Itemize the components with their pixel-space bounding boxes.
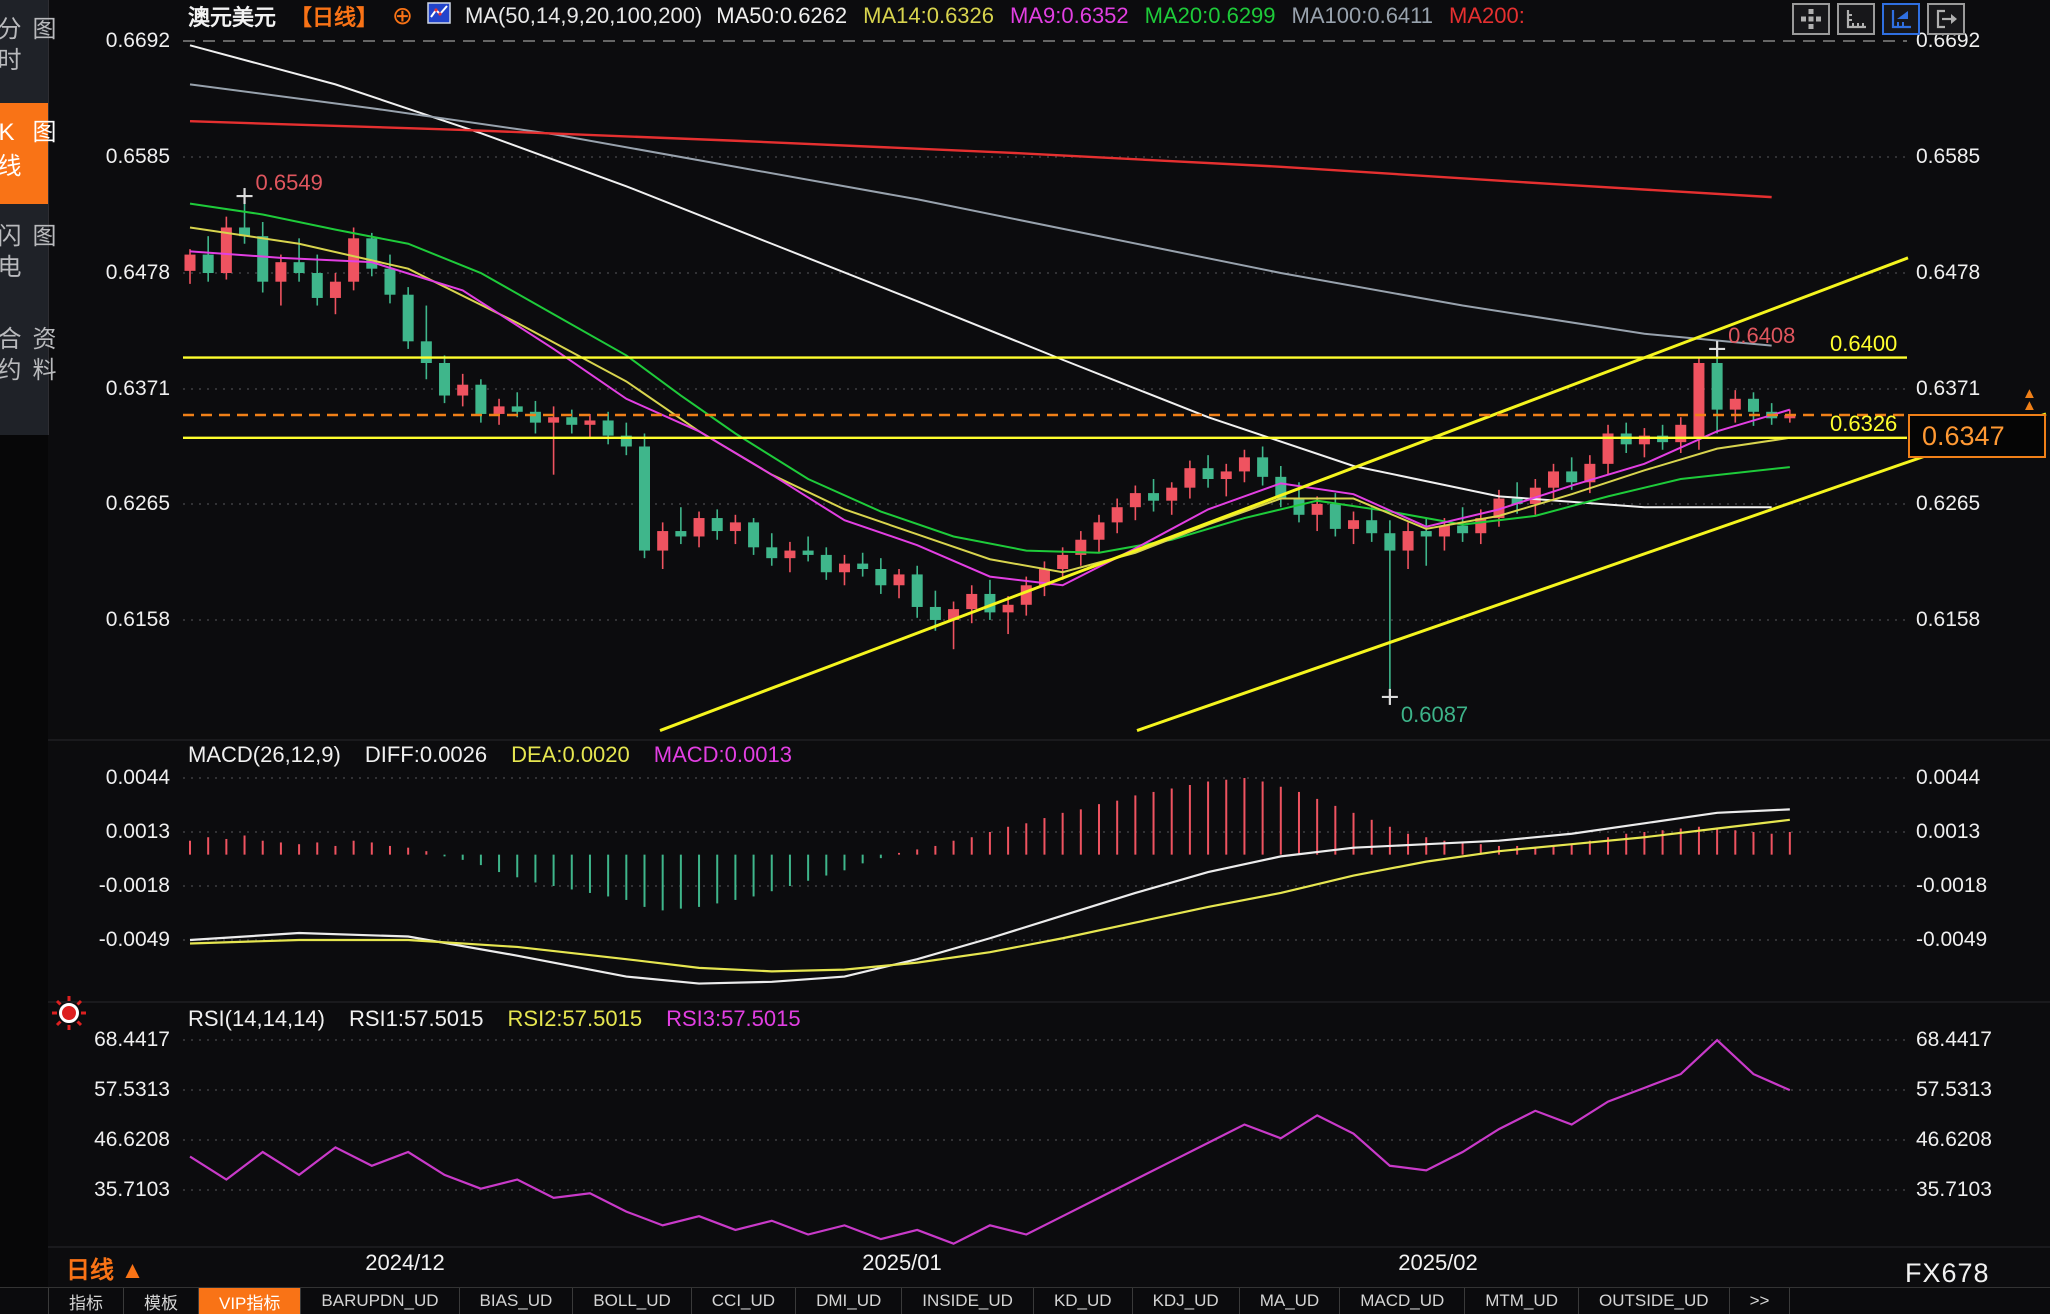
current-price-box: 0.6347	[1908, 414, 2046, 458]
exit-right-icon[interactable]	[1927, 3, 1965, 35]
y-axis-label: 0.6478	[56, 261, 170, 285]
price-level-label: 0.6326	[1830, 411, 1897, 437]
legend-item: DEA:0.0020	[511, 742, 630, 768]
y-axis-label: 0.6371	[56, 377, 170, 401]
bottom-tab-cci_ud[interactable]: CCI_UD	[692, 1288, 796, 1314]
chart-canvas[interactable]	[0, 0, 2050, 1314]
legend-item: MACD:0.0013	[654, 742, 792, 768]
bottom-tab-inside_ud[interactable]: INSIDE_UD	[902, 1288, 1034, 1314]
y-axis-label: -0.0018	[1916, 874, 2046, 898]
y-axis-label: 0.6265	[1916, 492, 2046, 516]
bottom-tab-barupdn_ud[interactable]: BARUPDN_UD	[301, 1288, 459, 1314]
legend-item: MA14:0.6326	[863, 3, 994, 28]
bottom-tab-outside_ud[interactable]: OUTSIDE_UD	[1579, 1288, 1730, 1314]
tab-bar-spacer	[0, 1288, 49, 1314]
rsi-title: RSI(14,14,14)	[188, 1006, 325, 1032]
period-selector[interactable]: 日线 ▲	[66, 1250, 144, 1285]
price-annotation: 0.6549	[256, 170, 323, 196]
bottom-tab-kd_ud[interactable]: KD_UD	[1034, 1288, 1133, 1314]
legend-item: RSI2:57.5015	[508, 1006, 643, 1032]
ma-settings: MA(50,14,9,20,100,200)	[465, 3, 702, 29]
bottom-tab-[interactable]: 模板	[124, 1288, 199, 1314]
y-axis-label: 0.6478	[1916, 261, 2046, 285]
bottom-tab-boll_ud[interactable]: BOLL_UD	[573, 1288, 691, 1314]
bottom-tab-dmi_ud[interactable]: DMI_UD	[796, 1288, 902, 1314]
sidebar-lower-spacer	[0, 435, 48, 1314]
bottom-tab-[interactable]: 指标	[49, 1288, 124, 1314]
y-axis-label: 0.6585	[56, 145, 170, 169]
bottom-tab-kdj_ud[interactable]: KDJ_UD	[1133, 1288, 1240, 1314]
macd-legend: MACD(26,12,9) DIFF:0.0026 DEA:0.0020 MACD:…	[188, 742, 792, 768]
ma-legend: MA50:0.6262 MA14:0.6326 MA9:0.6352 MA20:0.6…	[716, 3, 1541, 29]
sidebar-item-kline-chart[interactable]: K线图	[0, 103, 48, 205]
chart-toolbar	[1792, 3, 1965, 35]
bottom-tab-vip[interactable]: VIP指标	[199, 1288, 301, 1314]
y-axis-label: 46.6208	[1916, 1128, 2046, 1152]
y-axis-label: -0.0049	[1916, 928, 2046, 952]
sidebar-item-contract-info[interactable]: 合约资料	[0, 310, 48, 432]
bottom-tab-mtm_ud[interactable]: MTM_UD	[1465, 1288, 1579, 1314]
sidebar-item-time-chart[interactable]: 分时图	[0, 0, 48, 100]
price-annotation: 0.6087	[1401, 702, 1468, 728]
y-axis-label: 0.0044	[1916, 766, 2046, 790]
y-axis-label: 0.6692	[56, 29, 170, 53]
bottom-tab-ma_ud[interactable]: MA_UD	[1240, 1288, 1341, 1314]
y-axis-label: 0.6265	[56, 492, 170, 516]
rsi-legend: RSI(14,14,14) RSI1:57.5015 RSI2:57.5015 RS…	[188, 1006, 801, 1032]
y-axis-label: 68.4417	[1916, 1028, 2046, 1052]
symbol-title: 澳元美元	[188, 0, 276, 32]
y-axis-label: -0.0018	[56, 874, 170, 898]
legend-item: MA200:	[1449, 3, 1525, 28]
macd-title: MACD(26,12,9)	[188, 742, 341, 768]
legend-item: RSI1:57.5015	[349, 1006, 484, 1032]
sidebar-item-flash-chart[interactable]: 闪电图	[0, 207, 48, 307]
y-axis-label: 0.0044	[56, 766, 170, 790]
price-up-arrows: ▲▲	[2022, 388, 2037, 412]
sidebar: 分时图K线图闪电图合约资料	[0, 0, 49, 435]
y-axis-label: 0.6158	[56, 608, 170, 632]
price-annotation: 0.6408	[1728, 323, 1795, 349]
legend-item: DIFF:0.0026	[365, 742, 487, 768]
session-marker-icon	[48, 992, 90, 1039]
chart-header: 澳元美元 【日线】 ⊕ MA(50,14,9,20,100,200) MA50:…	[188, 2, 1541, 30]
y-axis-label: 0.0013	[1916, 820, 2046, 844]
x-axis-label: 2025/02	[1368, 1250, 1508, 1276]
chart-type-icon[interactable]	[427, 1, 451, 31]
y-axis-label: 35.7103	[1916, 1178, 2046, 1202]
legend-item: RSI3:57.5015	[666, 1006, 801, 1032]
legend-item: MA50:0.6262	[716, 3, 847, 28]
x-axis-label: 2025/01	[832, 1250, 972, 1276]
legend-item: MA20:0.6299	[1145, 3, 1276, 28]
bottom-tab-bias_ud[interactable]: BIAS_UD	[460, 1288, 574, 1314]
y-axis-label: -0.0049	[56, 928, 170, 952]
current-price-value: 0.6347	[1922, 421, 2005, 452]
price-level-label: 0.6400	[1830, 331, 1897, 357]
bottom-tab-macd_ud[interactable]: MACD_UD	[1340, 1288, 1465, 1314]
period-tag: 【日线】	[290, 0, 378, 32]
legend-item: MA100:0.6411	[1292, 3, 1433, 28]
x-axis-label: 2024/12	[335, 1250, 475, 1276]
move-grid-icon[interactable]	[1792, 3, 1830, 35]
bottom-tab-[interactable]: >>	[1730, 1288, 1791, 1314]
bottom-tab-bar: 指标模板VIP指标BARUPDN_UDBIAS_UDBOLL_UDCCI_UDD…	[0, 1287, 2050, 1314]
y-axis-label: 0.6158	[1916, 608, 2046, 632]
legend-item: MA9:0.6352	[1010, 3, 1129, 28]
add-circle-icon[interactable]: ⊕	[392, 5, 413, 27]
y-axis-label: 57.5313	[1916, 1078, 2046, 1102]
y-axis-label: 46.6208	[56, 1128, 170, 1152]
axis-chart-icon[interactable]	[1837, 3, 1875, 35]
axis-chart-selected-icon[interactable]	[1882, 3, 1920, 35]
y-axis-label: 35.7103	[56, 1178, 170, 1202]
y-axis-label: 0.0013	[56, 820, 170, 844]
watermark: FX678	[1905, 1258, 1990, 1289]
y-axis-label: 0.6585	[1916, 145, 2046, 169]
y-axis-label: 57.5313	[56, 1078, 170, 1102]
